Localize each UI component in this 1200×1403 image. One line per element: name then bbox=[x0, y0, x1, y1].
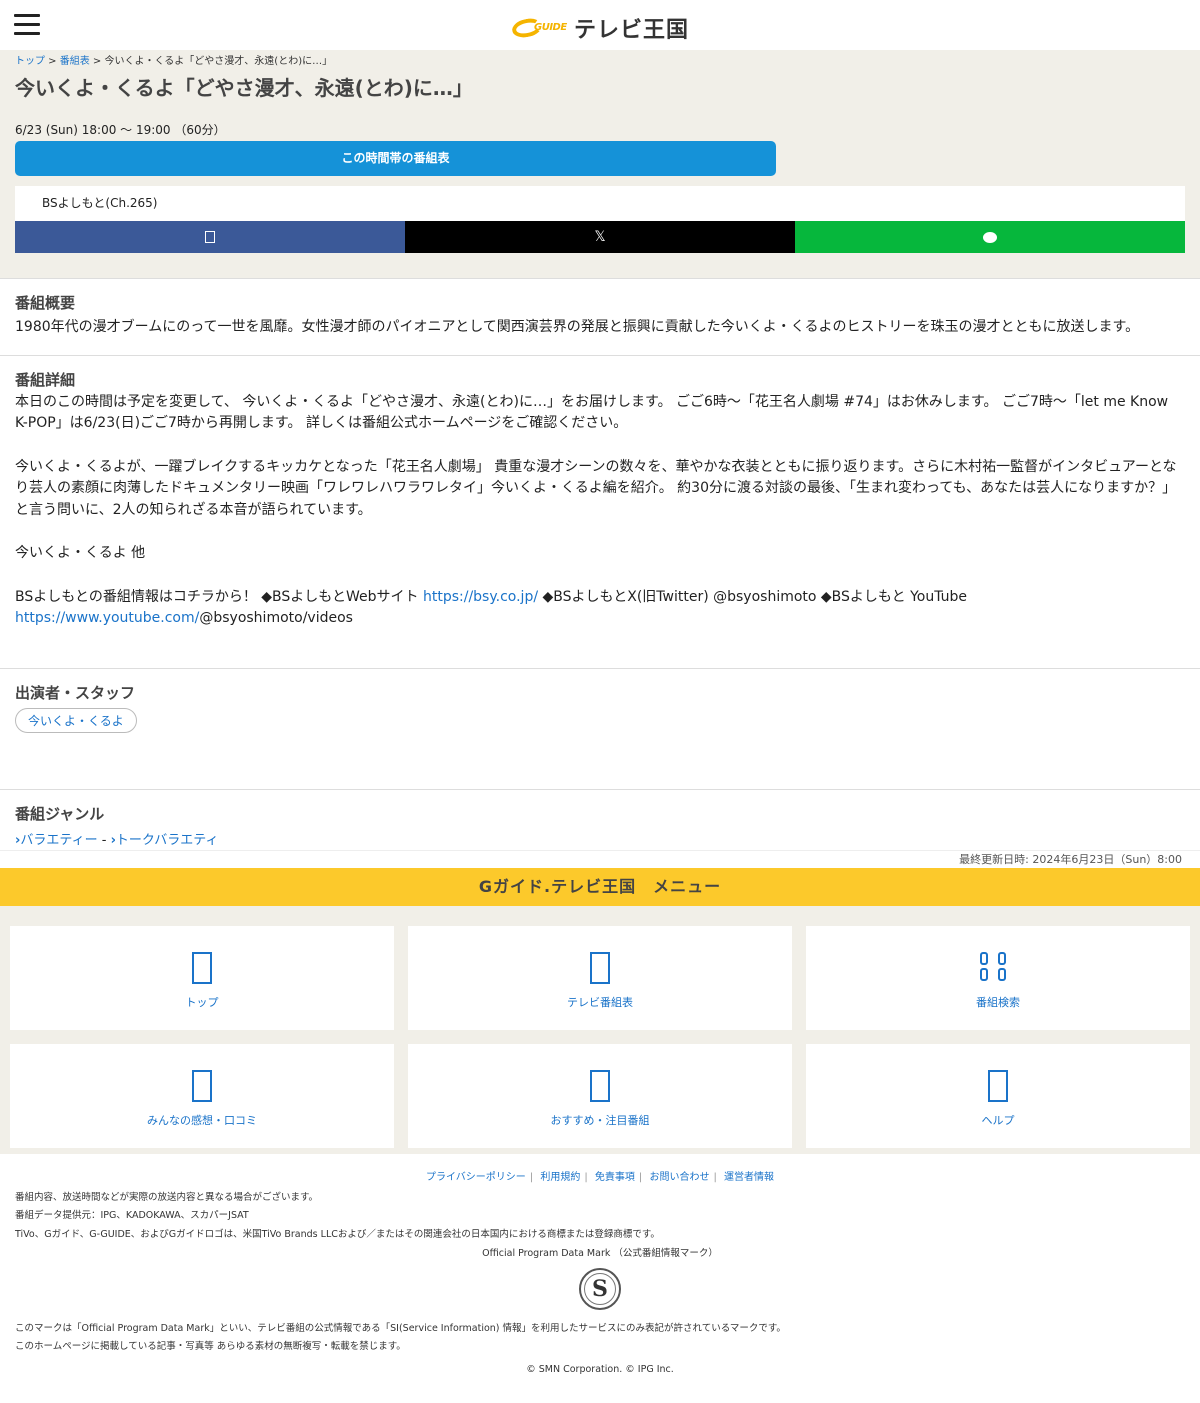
overview-section: 番組概要 1980年代の漫才ブームにのって一世を風靡。女性漫才師のパイオニアとし… bbox=[0, 279, 1200, 356]
x-share-button[interactable]: 𝕏 bbox=[405, 221, 795, 253]
footer-note-5: このホームページに掲載している記事・写真等 あらゆる素材の無断複写・転載を禁じま… bbox=[15, 1341, 406, 1352]
gguide-logo-icon: GUIDE bbox=[510, 16, 567, 40]
footer-note-1: 番組内容、放送時間などが実際の放送内容と異なる場合がございます。 bbox=[15, 1191, 319, 1203]
breadcrumb-top[interactable]: トップ bbox=[15, 56, 45, 67]
detail-paragraph-3: 今いくよ・くるよ 他 bbox=[15, 545, 146, 561]
star-icon bbox=[590, 1069, 610, 1102]
home-icon bbox=[192, 951, 212, 984]
menu-item-recommended[interactable]: おすすめ・注目番組 bbox=[408, 1043, 792, 1148]
menu-item-top[interactable]: トップ bbox=[10, 925, 394, 1030]
youtube-link[interactable]: https://www.youtube.com/ bbox=[15, 610, 199, 626]
menu-item-tv-schedule[interactable]: テレビ番組表 bbox=[408, 925, 792, 1030]
detail-section: 番組詳細 本日のこの時間は予定を変更して、 今いくよ・くるよ「どやさ漫才、永遠(… bbox=[0, 356, 1200, 669]
detail-paragraph-1: 本日のこの時間は予定を変更して、 今いくよ・くるよ「どやさ漫才、永遠(とわ)に…… bbox=[15, 393, 1169, 432]
genre-list: ›バラエティー - ›トークバラエティ bbox=[15, 832, 219, 848]
share-buttons: 𝕏 bbox=[15, 221, 1185, 253]
footer-note-4: このマークは「Official Program Data Mark」といい、テレ… bbox=[15, 1322, 786, 1334]
breadcrumb: トップ > 番組表 > 今いくよ・くるよ「どやさ漫才、永遠(とわ)に…」 bbox=[15, 56, 333, 67]
tv-schedule-icon bbox=[590, 951, 610, 984]
detail-heading: 番組詳細 bbox=[15, 370, 76, 389]
cast-heading: 出演者・スタッフ bbox=[15, 683, 136, 702]
privacy-policy-link[interactable]: プライバシーポリシー bbox=[422, 1172, 530, 1183]
footer-links: プライバシーポリシー | 利用規約 | 免責事項 | お問い合わせ | 運営者情報 bbox=[15, 1168, 1185, 1183]
opdm-caption: Official Program Data Mark （公式番組情報マーク） bbox=[482, 1248, 718, 1259]
last-updated: 最終更新日時: 2024年6月23日（Sun）8:00 bbox=[0, 849, 1200, 870]
genre-heading: 番組ジャンル bbox=[15, 804, 105, 823]
breadcrumb-current: 今いくよ・くるよ「どやさ漫才、永遠(とわ)に…」 bbox=[104, 56, 333, 67]
disclaimer-link[interactable]: 免責事項 bbox=[591, 1172, 639, 1183]
site-header: GUIDE テレビ王国 bbox=[0, 0, 1200, 50]
footer-note-3: TiVo、Gガイド、G-GUIDE、およびGガイドロゴは、米国TiVo Bran… bbox=[15, 1228, 660, 1240]
facebook-share-button[interactable] bbox=[15, 221, 405, 253]
menu-grid: トップ テレビ番組表 番組検索 みんなの感想・口コミ おすすめ・注目番組 ヘルプ bbox=[0, 905, 1200, 1154]
hamburger-menu-icon[interactable] bbox=[14, 14, 40, 36]
footer-note-2: 番組データ提供元：IPG、KADOKAWA、スカパーJSAT bbox=[15, 1210, 249, 1221]
facebook-icon bbox=[205, 231, 215, 243]
contact-link[interactable]: お問い合わせ bbox=[645, 1172, 713, 1183]
search-grid-icon bbox=[980, 951, 1016, 984]
genre-main-link[interactable]: バラエティー bbox=[20, 833, 97, 848]
line-share-button[interactable] bbox=[795, 221, 1185, 253]
menu-item-help[interactable]: ヘルプ bbox=[806, 1043, 1190, 1148]
genre-section: 番組ジャンル ›バラエティー - ›トークバラエティ bbox=[0, 790, 1200, 848]
program-time: 6/23 (Sun) 18:00 ～ 19:00 （60分） bbox=[15, 123, 226, 137]
channel-name: BSよしもと(Ch.265) bbox=[15, 186, 1185, 221]
official-program-data-mark-icon: S bbox=[579, 1267, 621, 1310]
breadcrumb-schedule[interactable]: 番組表 bbox=[60, 56, 90, 67]
detail-paragraph-4: BSよしもとの番組情報はコチラから！ ◆BSよしもとWebサイト https:/… bbox=[15, 588, 968, 627]
program-header: トップ > 番組表 > 今いくよ・くるよ「どやさ漫才、永遠(とわ)に…」 今いく… bbox=[0, 50, 1200, 279]
terms-link[interactable]: 利用規約 bbox=[536, 1172, 584, 1183]
help-icon bbox=[988, 1069, 1008, 1102]
time-slot-schedule-button[interactable]: この時間帯の番組表 bbox=[15, 141, 776, 176]
site-logo[interactable]: GUIDE テレビ王国 bbox=[510, 12, 690, 44]
cast-tag[interactable]: 今いくよ・くるよ bbox=[15, 707, 137, 733]
copyright: © SMN Corporation. © IPG Inc. bbox=[526, 1363, 674, 1375]
cast-section: 出演者・スタッフ 今いくよ・くるよ bbox=[0, 669, 1200, 790]
overview-text: 1980年代の漫才ブームにのって一世を風靡。女性漫才師のパイオニアとして関西演芸… bbox=[15, 319, 1140, 335]
genre-sub-link[interactable]: トークバラエティ bbox=[116, 833, 219, 848]
line-icon bbox=[983, 231, 997, 243]
site-footer: プライバシーポリシー | 利用規約 | 免責事項 | お問い合わせ | 運営者情報 番組… bbox=[0, 1154, 1200, 1400]
operator-info-link[interactable]: 運営者情報 bbox=[720, 1172, 778, 1183]
menu-title: Gガイド.テレビ王国 メニュー bbox=[0, 867, 1200, 906]
bsy-website-link[interactable]: https://bsy.co.jp/ bbox=[423, 589, 538, 605]
menu-item-reviews[interactable]: みんなの感想・口コミ bbox=[10, 1043, 394, 1148]
menu-item-search[interactable]: 番組検索 bbox=[806, 925, 1190, 1030]
detail-paragraph-2: 今いくよ・くるよが、一躍ブレイクするキッカケとなった「花王名人劇場」 貴重な漫才… bbox=[15, 458, 1177, 518]
logo-text: テレビ王国 bbox=[574, 18, 690, 43]
page-title: 今いくよ・くるよ「どやさ漫才、永遠(とわ)に…」 bbox=[15, 76, 473, 100]
overview-heading: 番組概要 bbox=[15, 294, 76, 312]
comment-icon bbox=[192, 1069, 212, 1102]
x-icon: 𝕏 bbox=[594, 229, 606, 245]
